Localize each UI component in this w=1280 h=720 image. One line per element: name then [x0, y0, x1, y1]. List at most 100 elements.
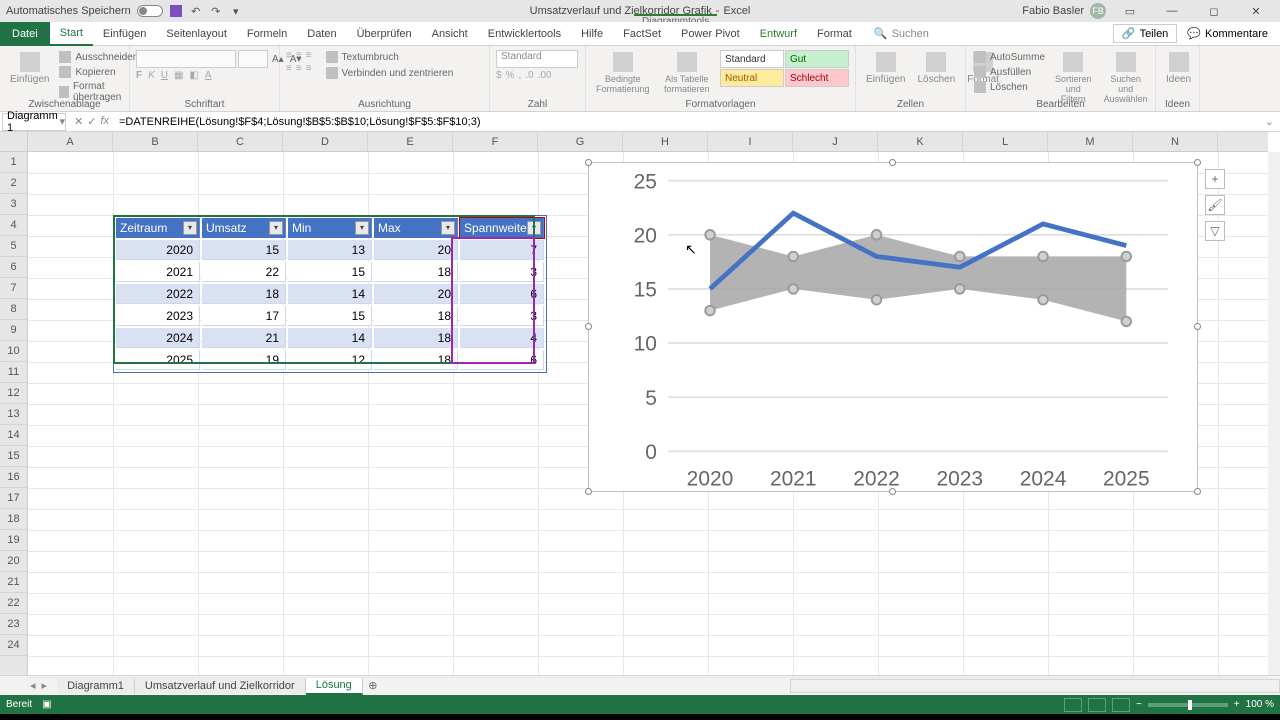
vertical-scrollbar[interactable]: [1268, 152, 1280, 675]
align-center-icon[interactable]: ≡: [296, 63, 302, 74]
chart-object[interactable]: + 🖌 ▽ 0510152025202020212022202320242025…: [588, 162, 1198, 492]
zoom-slider[interactable]: [1148, 703, 1228, 707]
chart-filters-button[interactable]: ▽: [1205, 221, 1225, 241]
row-headers[interactable]: 123456789101112131415161718192021222324: [0, 132, 28, 675]
maximize-button[interactable]: ◻: [1196, 0, 1232, 22]
cell[interactable]: 15: [288, 306, 372, 326]
cell[interactable]: 19: [202, 350, 286, 370]
tab-powerpivot[interactable]: Power Pivot: [671, 22, 750, 46]
view-page-layout-icon[interactable]: [1088, 698, 1106, 712]
column-headers[interactable]: ABCDEFGHIJKLMN: [28, 132, 1268, 152]
zoom-in-button[interactable]: +: [1234, 699, 1240, 710]
column-header[interactable]: B: [113, 132, 198, 151]
font-color-button[interactable]: A: [205, 70, 212, 81]
sheet-tab-umsatzverlauf[interactable]: Umsatzverlauf und Zielkorridor: [135, 678, 306, 694]
cell[interactable]: 18: [374, 350, 458, 370]
chart-handle[interactable]: [585, 488, 592, 495]
tab-nav-next-icon[interactable]: ▸: [42, 679, 58, 692]
cell-style-standard[interactable]: Standard: [720, 50, 784, 68]
redo-icon[interactable]: ↷: [209, 4, 223, 18]
decrease-decimal-icon[interactable]: .00: [538, 70, 552, 81]
tab-formeln[interactable]: Formeln: [237, 22, 297, 46]
align-left-icon[interactable]: ≡: [286, 63, 292, 74]
formula-input[interactable]: =DATENREIHE(Lösung!$F$4;Lösung!$B$5:$B$1…: [115, 116, 1259, 128]
tab-einfuegen[interactable]: Einfügen: [93, 22, 156, 46]
row-header[interactable]: 7: [0, 278, 27, 299]
cell[interactable]: 20: [374, 284, 458, 304]
table-row[interactable]: 20251912186: [116, 350, 544, 370]
expand-formula-icon[interactable]: ⌄: [1259, 115, 1280, 128]
cell[interactable]: 15: [202, 240, 286, 260]
filter-icon[interactable]: ▾: [441, 221, 455, 235]
column-header[interactable]: J: [793, 132, 878, 151]
view-page-break-icon[interactable]: [1112, 698, 1130, 712]
column-header[interactable]: I: [708, 132, 793, 151]
cell[interactable]: 3: [460, 306, 544, 326]
insert-cells-button[interactable]: Einfügen: [862, 50, 909, 87]
ideas-button[interactable]: Ideen: [1162, 50, 1195, 87]
row-header[interactable]: 1: [0, 152, 27, 173]
align-bottom-icon[interactable]: ≡: [306, 50, 312, 61]
row-header[interactable]: 6: [0, 257, 27, 278]
italic-button[interactable]: K: [148, 70, 155, 81]
autosave-toggle[interactable]: [137, 5, 163, 17]
ribbon-display-icon[interactable]: ▭: [1112, 0, 1148, 22]
column-header[interactable]: E: [368, 132, 453, 151]
cell[interactable]: 17: [202, 306, 286, 326]
row-header[interactable]: 2: [0, 173, 27, 194]
column-header[interactable]: F: [453, 132, 538, 151]
cell[interactable]: 12: [288, 350, 372, 370]
conditional-formatting-button[interactable]: Bedingte Formatierung: [592, 50, 654, 96]
row-header[interactable]: 15: [0, 446, 27, 467]
bold-button[interactable]: F: [136, 70, 142, 81]
comma-icon[interactable]: ,: [518, 70, 521, 81]
save-icon[interactable]: [169, 4, 183, 18]
tab-hilfe[interactable]: Hilfe: [571, 22, 613, 46]
filter-icon[interactable]: ▾: [269, 221, 283, 235]
tab-ueberpruefen[interactable]: Überprüfen: [347, 22, 422, 46]
row-header[interactable]: 17: [0, 488, 27, 509]
tab-nav-prev-icon[interactable]: ◂: [30, 679, 42, 692]
cell[interactable]: 7: [460, 240, 544, 260]
find-select-button[interactable]: Suchen und Auswählen: [1100, 50, 1152, 106]
chart-elements-button[interactable]: +: [1205, 169, 1225, 189]
row-header[interactable]: 23: [0, 614, 27, 635]
cell[interactable]: 2023: [116, 306, 200, 326]
name-box[interactable]: Diagramm 1▾: [2, 113, 66, 131]
cell[interactable]: 2020: [116, 240, 200, 260]
tab-file[interactable]: Datei: [0, 22, 50, 46]
sheet-tab-diagramm1[interactable]: Diagramm1: [57, 678, 135, 694]
column-header[interactable]: L: [963, 132, 1048, 151]
tab-entwurf[interactable]: Entwurf: [750, 22, 807, 46]
chart-plot[interactable]: 0510152025202020212022202320242025: [615, 173, 1187, 497]
delete-cells-button[interactable]: Löschen: [913, 50, 959, 87]
corridor-area[interactable]: [710, 235, 1126, 322]
share-button[interactable]: 🔗Teilen: [1113, 24, 1177, 43]
cell[interactable]: 3: [460, 262, 544, 282]
row-header[interactable]: 19: [0, 530, 27, 551]
row-header[interactable]: 10: [0, 341, 27, 362]
cancel-formula-icon[interactable]: ✕: [74, 115, 83, 128]
tab-start[interactable]: Start: [50, 22, 93, 46]
zoom-out-button[interactable]: −: [1136, 699, 1142, 710]
close-button[interactable]: ✕: [1238, 0, 1274, 22]
tab-factset[interactable]: FactSet: [613, 22, 671, 46]
autosum-button[interactable]: AutoSumme: [972, 50, 1047, 64]
undo-icon[interactable]: ↶: [189, 4, 203, 18]
tab-seitenlayout[interactable]: Seitenlayout: [156, 22, 237, 46]
chart-handle[interactable]: [1194, 323, 1201, 330]
cell[interactable]: 21: [202, 328, 286, 348]
table-row[interactable]: 20242114184: [116, 328, 544, 348]
column-header[interactable]: A: [28, 132, 113, 151]
number-format-select[interactable]: Standard: [496, 50, 578, 68]
merge-center-button[interactable]: Verbinden und zentrieren: [324, 66, 456, 80]
cell[interactable]: 18: [202, 284, 286, 304]
increase-decimal-icon[interactable]: .0: [525, 70, 533, 81]
column-header[interactable]: G: [538, 132, 623, 151]
column-header[interactable]: N: [1133, 132, 1218, 151]
column-header[interactable]: C: [198, 132, 283, 151]
tab-ansicht[interactable]: Ansicht: [422, 22, 478, 46]
comments-button[interactable]: 💬Kommentare: [1179, 25, 1276, 42]
chart-handle[interactable]: [889, 159, 896, 166]
cell[interactable]: 14: [288, 328, 372, 348]
